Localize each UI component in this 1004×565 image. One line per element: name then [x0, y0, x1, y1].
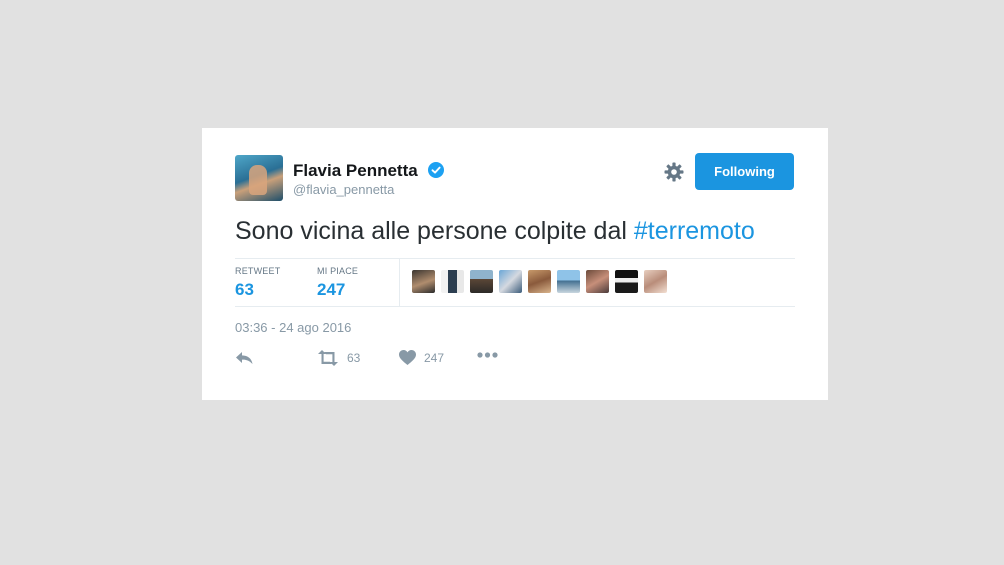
- tweet-stats: RETWEET 63 MI PIACE 247: [235, 258, 795, 307]
- author-avatar[interactable]: [235, 155, 283, 201]
- retweet-button[interactable]: 63: [317, 350, 360, 366]
- retweet-icon: [318, 350, 338, 366]
- verified-badge-icon: [428, 162, 444, 178]
- reply-icon: [236, 352, 253, 364]
- liker-avatar[interactable]: [441, 270, 464, 293]
- more-button[interactable]: [477, 352, 498, 358]
- like-action-count: 247: [424, 350, 445, 365]
- retweet-stat-count: 63: [235, 280, 254, 299]
- liker-avatar[interactable]: [499, 270, 522, 293]
- liker-avatar[interactable]: [412, 270, 435, 293]
- stats-divider: [399, 259, 400, 306]
- likes-stat-label: MI PIACE: [317, 266, 359, 276]
- tweet-text-plain: Sono vicina alle persone colpite dal: [235, 217, 634, 245]
- liker-avatar[interactable]: [615, 270, 638, 293]
- gear-icon[interactable]: [664, 162, 684, 182]
- likes-stat[interactable]: MI PIACE 247: [317, 266, 358, 300]
- liker-avatar[interactable]: [586, 270, 609, 293]
- liker-avatar[interactable]: [470, 270, 493, 293]
- liker-avatar[interactable]: [528, 270, 551, 293]
- tweet-card: Flavia Pennetta @flavia_pennetta Followi…: [202, 128, 828, 400]
- heart-icon: [399, 350, 416, 365]
- retweet-stat-label: RETWEET: [235, 266, 281, 276]
- tweet-text: Sono vicina alle persone colpite dal #te…: [235, 217, 755, 246]
- more-icon: [477, 352, 498, 358]
- author-name[interactable]: Flavia Pennetta: [293, 161, 418, 181]
- likes-stat-count: 247: [317, 280, 346, 299]
- hashtag-link[interactable]: #terremoto: [634, 217, 755, 245]
- retweet-stat[interactable]: RETWEET 63: [235, 266, 280, 300]
- liker-avatar[interactable]: [644, 270, 667, 293]
- tweet-actions: 63 247: [235, 350, 535, 370]
- like-button[interactable]: 247: [399, 350, 444, 365]
- following-button[interactable]: Following: [695, 153, 794, 190]
- liker-avatar[interactable]: [557, 270, 580, 293]
- retweet-action-count: 63: [347, 351, 361, 365]
- author-handle[interactable]: @flavia_pennetta: [293, 182, 394, 197]
- reply-button[interactable]: [235, 350, 254, 366]
- tweet-timestamp[interactable]: 03:36 - 24 ago 2016: [235, 320, 351, 335]
